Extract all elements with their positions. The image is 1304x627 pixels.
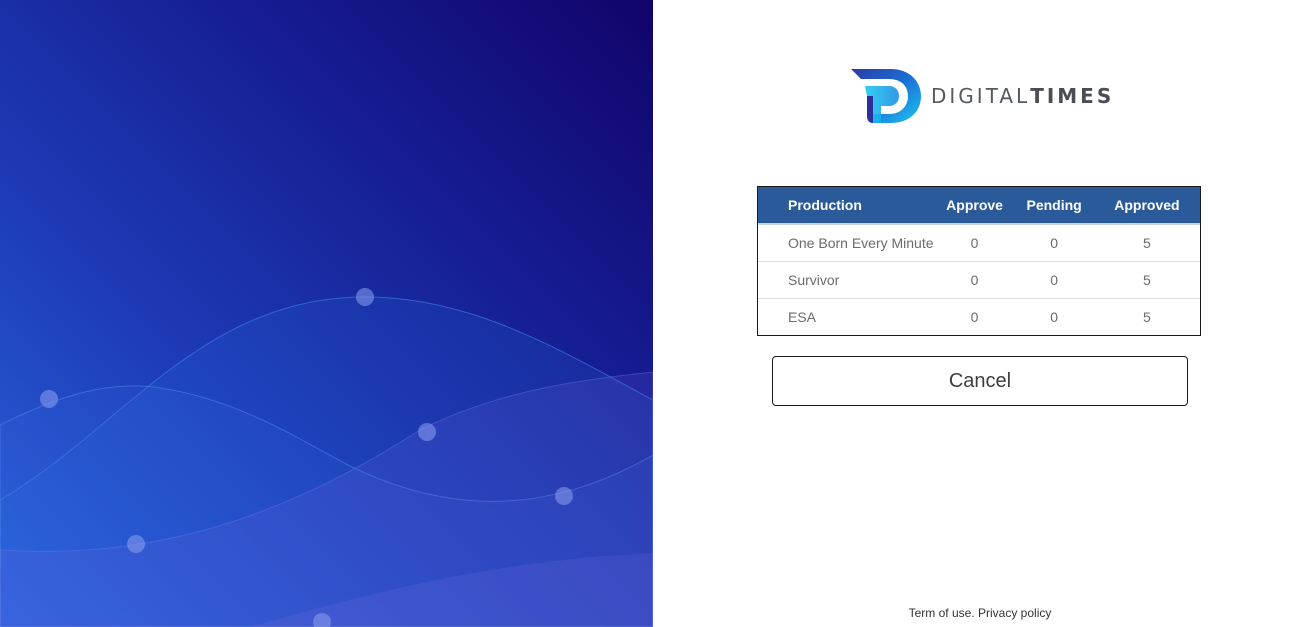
approve-count: 0 [970, 308, 979, 325]
brand-wordmark: DIGITAL TIMES [931, 84, 1114, 108]
approved-count: 5 [1143, 234, 1151, 251]
table-row[interactable]: One Born Every Minute 0 0 5 [758, 224, 1200, 261]
page-root: DIGITAL TIMES Production Approve Pending … [0, 0, 1304, 627]
column-header-approved: Approved [1093, 187, 1200, 225]
wave-node [40, 390, 58, 408]
column-header-production: Production [758, 187, 935, 225]
approve-count: 0 [970, 271, 979, 288]
column-header-approve: Approve [934, 187, 1015, 225]
table-row[interactable]: Survivor 0 0 5 [758, 261, 1200, 298]
terms-of-use-link[interactable]: Term of use. [909, 606, 975, 620]
digitaltimes-logo-icon [851, 69, 921, 123]
wave-node [418, 423, 436, 441]
footer-links: Term of use. Privacy policy [653, 606, 1304, 620]
approved-count: 5 [1143, 271, 1151, 288]
table-header-row: Production Approve Pending Approved [758, 187, 1200, 225]
production-name: ESA [788, 308, 817, 325]
privacy-policy-link[interactable]: Privacy policy [978, 606, 1051, 620]
approved-count: 5 [1143, 308, 1151, 325]
wave-node [555, 487, 573, 505]
brand-name-light: DIGITAL [931, 84, 1031, 108]
pending-count: 0 [1050, 234, 1059, 251]
column-header-pending: Pending [1014, 187, 1094, 225]
production-name: Survivor [788, 271, 840, 288]
cancel-button[interactable]: Cancel [772, 356, 1188, 406]
content-panel: DIGITAL TIMES Production Approve Pending … [653, 0, 1304, 627]
wave-decoration [0, 288, 653, 627]
production-name: One Born Every Minute [788, 234, 934, 251]
approve-count: 0 [970, 234, 979, 251]
wave-node [127, 535, 145, 553]
pending-count: 0 [1050, 271, 1059, 288]
brand-name-bold: TIMES [1030, 84, 1115, 108]
brand-logo: DIGITAL TIMES [851, 68, 1114, 124]
hero-background [0, 0, 653, 627]
wave-node [356, 288, 374, 306]
table-row[interactable]: ESA 0 0 5 [758, 298, 1200, 335]
pending-count: 0 [1050, 308, 1059, 325]
productions-table: Production Approve Pending Approved One … [757, 186, 1201, 336]
